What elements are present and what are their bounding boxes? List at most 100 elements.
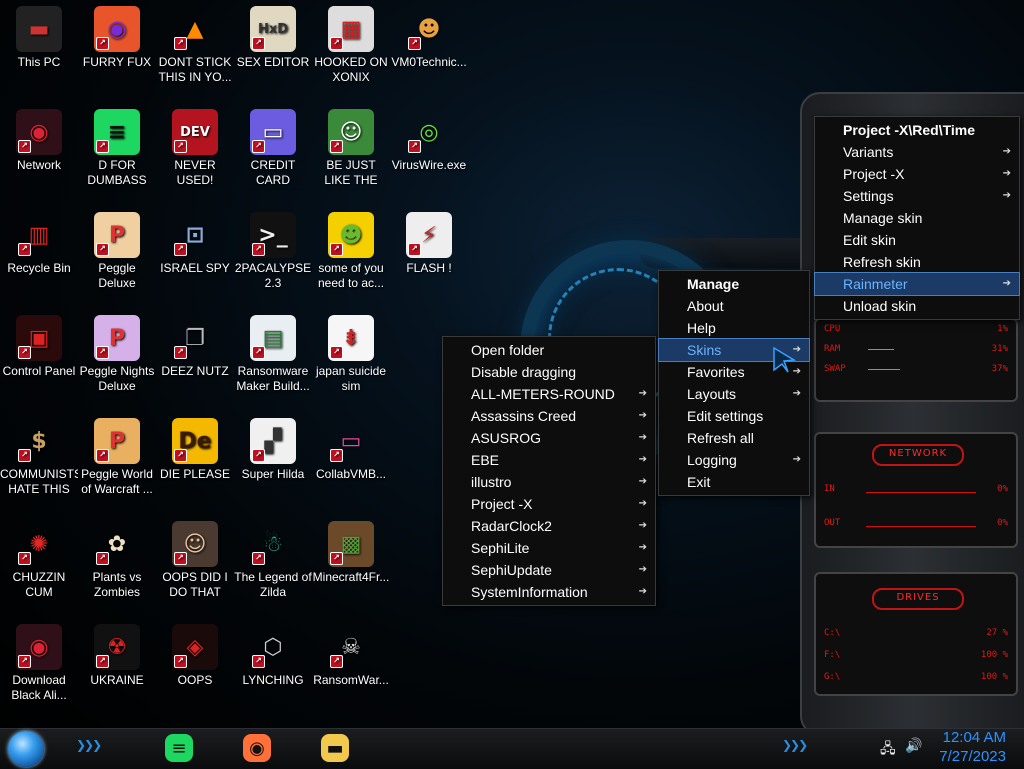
rainmeter-item-logging[interactable]: Logging ➔ bbox=[659, 449, 809, 471]
desktop-icon[interactable]: ☠ ↗ RansomWar... bbox=[312, 618, 390, 716]
taskbar-app-spotify[interactable]: ≡ bbox=[162, 732, 196, 764]
desktop-icon[interactable]: ☃ ↗ The Legend of Zilda bbox=[234, 515, 312, 613]
desktop-icon[interactable]: ❐ ↗ DEEZ NUTZ bbox=[156, 309, 234, 407]
skin-item-project-x[interactable]: Project -X ➔ bbox=[815, 163, 1019, 185]
rainmeter-item-exit[interactable]: Exit bbox=[659, 471, 809, 493]
desktop-icon[interactable]: ⊡ ↗ ISRAEL SPY bbox=[156, 206, 234, 304]
taskbar-app-file-explorer[interactable]: ▬ bbox=[318, 732, 352, 764]
skins-item-assassins-creed[interactable]: Assassins Creed ➔ bbox=[443, 405, 655, 427]
desktop-icon[interactable]: ▤ ↗ Ransomware Maker Build... bbox=[234, 309, 312, 407]
start-button[interactable] bbox=[8, 731, 44, 767]
menu-item-label: illustro bbox=[471, 474, 512, 490]
skin-item-project-x-red-time[interactable]: Project -X\Red\Time bbox=[815, 119, 1019, 141]
skins-item-radarclock2[interactable]: RadarClock2 ➔ bbox=[443, 515, 655, 537]
desktop-icon[interactable]: ⚡ ↗ FLASH ! bbox=[390, 206, 468, 304]
volume-tray-icon[interactable]: 🔊 bbox=[905, 738, 922, 754]
network-panel[interactable]: NETWORK IN 0% OUT 0% bbox=[814, 432, 1018, 548]
skin-item-edit-skin[interactable]: Edit skin bbox=[815, 229, 1019, 251]
system-panel[interactable]: CPU 1% RAM 31% SWAP 37% bbox=[814, 318, 1018, 402]
desktop-icon[interactable]: ⇟ ↗ japan suicide sim bbox=[312, 309, 390, 407]
desktop-icon[interactable]: ▦ ↗ HOOKED ON XONIX bbox=[312, 0, 390, 98]
skin-context-menu: Project -X\Red\Time Variants ➔ Project -X ➔ S… bbox=[814, 116, 1020, 320]
desktop-icon[interactable]: ☢ ↗ UKRAINE bbox=[78, 618, 156, 716]
desktop-icon[interactable]: ▭↗CREDIT CARD CHECKER bbox=[234, 103, 312, 201]
skin-item-manage-skin[interactable]: Manage skin bbox=[815, 207, 1019, 229]
peggle-wow-icon: P ↗ bbox=[94, 418, 140, 464]
skins-item-all-meters-round[interactable]: ALL-METERS-ROUND ➔ bbox=[443, 383, 655, 405]
desktop-icon[interactable]: ☻ ↗ some of you need to ac... bbox=[312, 206, 390, 304]
desktop-icon[interactable]: ◈ ↗ OOPS bbox=[156, 618, 234, 716]
skin-item-unload-skin[interactable]: Unload skin bbox=[815, 295, 1019, 317]
rainmeter-item-layouts[interactable]: Layouts ➔ bbox=[659, 383, 809, 405]
beaver-icon: ☻ ↗ bbox=[328, 212, 374, 258]
shortcut-arrow-icon: ↗ bbox=[252, 346, 265, 359]
rainmeter-item-help[interactable]: Help bbox=[659, 317, 809, 339]
desktop-icon[interactable]: DEV ↗ NEVER USED! bbox=[156, 103, 234, 201]
desktop-icon[interactable]: ▩ ↗ Minecraft4Fr... bbox=[312, 515, 390, 613]
desktop-icon[interactable]: ▣ ↗ Control Panel bbox=[0, 309, 78, 407]
hex-editor-icon: HxD ↗ bbox=[250, 6, 296, 52]
desktop-icon[interactable]: ⬡ ↗ LYNCHING bbox=[234, 618, 312, 716]
rainmeter-item-refresh-all[interactable]: Refresh all bbox=[659, 427, 809, 449]
desktop-icon[interactable]: $↗COMMUNISTS HATE THIS G... bbox=[0, 412, 78, 510]
drives-panel[interactable]: DRIVES C:\ 27 % F:\ 100 % G:\ 100 % bbox=[814, 572, 1018, 696]
desktop-icon[interactable]: ☺↗BE JUST LIKE THE DUDE! bbox=[312, 103, 390, 201]
desktop-icon[interactable]: ▭ ↗ CollabVMB... bbox=[312, 412, 390, 510]
skin-item-rainmeter[interactable]: Rainmeter ➔ bbox=[814, 272, 1020, 296]
clock[interactable]: 12:04 AM 7/27/2023 bbox=[939, 728, 1006, 766]
submenu-arrow-icon: ➔ bbox=[638, 432, 647, 443]
ram-bar bbox=[868, 349, 894, 350]
desktop-icon[interactable]: ✺ ↗ CHUZZIN CUM bbox=[0, 515, 78, 613]
network-title: NETWORK bbox=[872, 444, 964, 466]
rainmeter-item-manage[interactable]: Manage bbox=[659, 273, 809, 295]
skins-item-sephiupdate[interactable]: SephiUpdate ➔ bbox=[443, 559, 655, 581]
desktop-icon[interactable]: ▞ ↗ Super Hilda bbox=[234, 412, 312, 510]
skins-item-asusrog[interactable]: ASUSROG ➔ bbox=[443, 427, 655, 449]
desktop-icon[interactable]: P ↗ Peggle Deluxe bbox=[78, 206, 156, 304]
desktop-icon[interactable]: ☻ ↗ VM0Technic... bbox=[390, 0, 468, 98]
skins-item-project-x[interactable]: Project -X ➔ bbox=[443, 493, 655, 515]
skins-item-open-folder[interactable]: Open folder bbox=[443, 339, 655, 361]
menu-item-label: Exit bbox=[687, 474, 711, 490]
desktop-icon[interactable]: De ↗ DIE PLEASE bbox=[156, 412, 234, 510]
alienware-icon: ◈ ↗ bbox=[172, 624, 218, 670]
skins-item-ebe[interactable]: EBE ➔ bbox=[443, 449, 655, 471]
desktop-icon-label: HOOKED ON XONIX bbox=[314, 55, 388, 84]
desktop-icon[interactable]: ◉ ↗ FURRY FUX bbox=[78, 0, 156, 98]
desktop-icon[interactable]: ✿ ↗ Plants vs Zombies bbox=[78, 515, 156, 613]
desktop-icon[interactable]: ◉ ↗ Download Black Ali... bbox=[0, 618, 78, 716]
shortcut-arrow-icon: ↗ bbox=[330, 552, 343, 565]
desktop-icon[interactable]: ▥ ↗ Recycle Bin bbox=[0, 206, 78, 304]
taskbar-app-firefox[interactable]: ◉ bbox=[240, 732, 274, 764]
desktop-icon[interactable]: ☺ ↗ OOPS DID I DO THAT bbox=[156, 515, 234, 613]
peggle-nights-icon: P ↗ bbox=[94, 315, 140, 361]
skin-item-variants[interactable]: Variants ➔ bbox=[815, 141, 1019, 163]
network-tray-icon[interactable]: 🖧 bbox=[880, 738, 896, 762]
submenu-arrow-icon: ➔ bbox=[638, 564, 647, 575]
desktop-icon[interactable]: ▲ ↗ DONT STICK THIS IN YO... bbox=[156, 0, 234, 98]
skin-item-settings[interactable]: Settings ➔ bbox=[815, 185, 1019, 207]
skins-item-systeminformation[interactable]: SystemInformation ➔ bbox=[443, 581, 655, 603]
desktop-icon[interactable]: HxD ↗ SEX EDITOR bbox=[234, 0, 312, 98]
swap-label: SWAP bbox=[824, 364, 846, 374]
rainmeter-item-about[interactable]: About bbox=[659, 295, 809, 317]
collabvm-icon: ▭ ↗ bbox=[328, 418, 374, 464]
desktop-icon[interactable]: P ↗ Peggle World of Warcraft ... bbox=[78, 412, 156, 510]
desktop-icon[interactable]: ▬ This PC bbox=[0, 0, 78, 98]
skins-item-disable-dragging[interactable]: Disable dragging bbox=[443, 361, 655, 383]
skins-item-sephilite[interactable]: SephiLite ➔ bbox=[443, 537, 655, 559]
desktop-icon[interactable]: P ↗ Peggle Nights Deluxe bbox=[78, 309, 156, 407]
desktop-icon-label: Network bbox=[16, 158, 61, 172]
desktop-icon[interactable]: ◉ ↗ Network bbox=[0, 103, 78, 201]
desktop-icon[interactable]: ◎ ↗ VirusWire.exe bbox=[390, 103, 468, 201]
chuzzle-icon: ✺ ↗ bbox=[16, 521, 62, 567]
rainmeter-item-edit-settings[interactable]: Edit settings bbox=[659, 405, 809, 427]
desktop-icon[interactable]: >_ ↗ 2PACALYPSE 2.3 bbox=[234, 206, 312, 304]
desktop-icon[interactable]: ≡ ↗ D FOR DUMBASS bbox=[78, 103, 156, 201]
skin-item-refresh-skin[interactable]: Refresh skin bbox=[815, 251, 1019, 273]
shortcut-arrow-icon: ↗ bbox=[174, 37, 187, 50]
desktop-icon-label: VM0Technic... bbox=[391, 55, 467, 69]
rainmeter-submenu: Manage About Help Skins ➔ Favorites ➔ Layouts ➔ E… bbox=[658, 270, 810, 496]
limewire-icon: ◎ ↗ bbox=[406, 109, 452, 155]
skins-item-illustro[interactable]: illustro ➔ bbox=[443, 471, 655, 493]
